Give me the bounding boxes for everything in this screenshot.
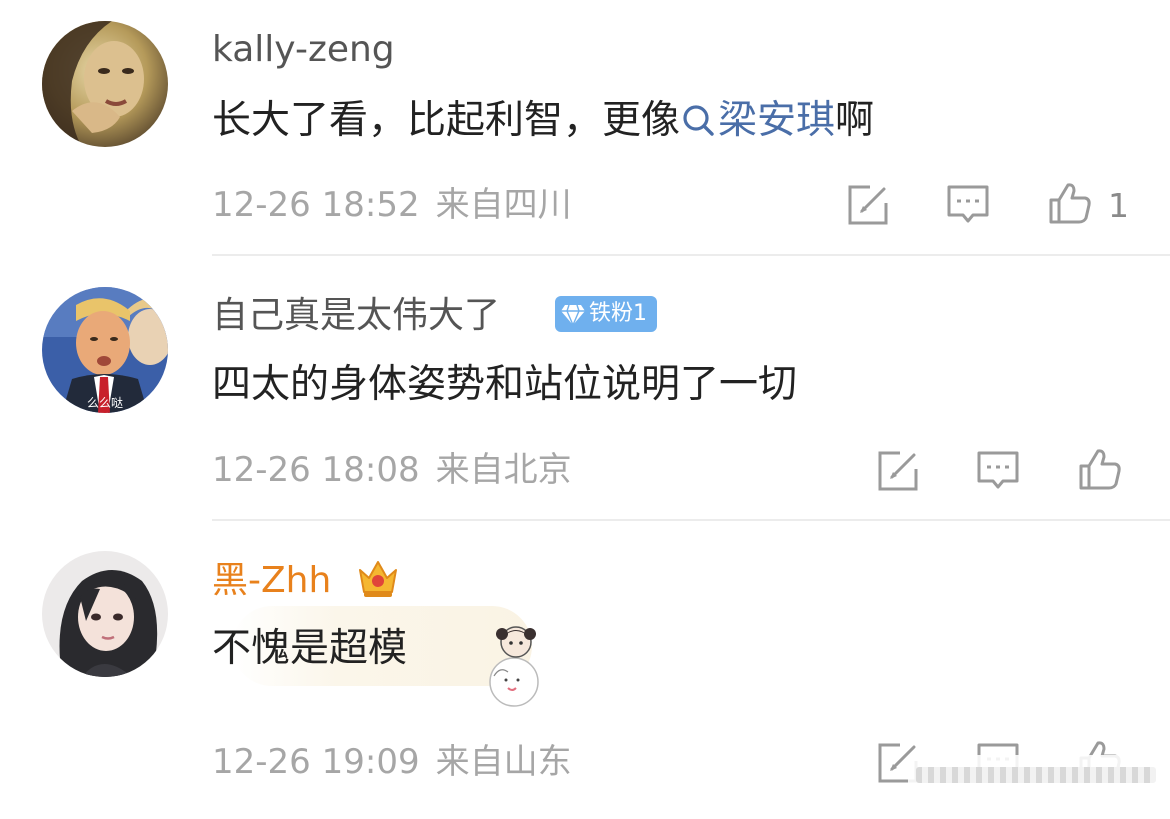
like-count: 1 (1108, 186, 1129, 225)
comment-location: 来自北京 (435, 450, 572, 490)
thumbs-up-icon[interactable] (1048, 181, 1092, 225)
avatar[interactable] (42, 551, 168, 677)
comment-text-prefix: 长大了看，比起利智，更像 (212, 98, 681, 143)
fan-badge[interactable]: 铁粉1 (555, 296, 657, 332)
username[interactable]: 自己真是太伟大了 (212, 294, 500, 338)
comment-text: 长大了看，比起利智，更像 梁安琪啊 (212, 96, 874, 146)
edit-icon[interactable] (876, 449, 920, 493)
fan-badge-label: 铁粉1 (589, 301, 647, 326)
comment-text-suffix: 啊 (835, 98, 875, 143)
thumbs-up-icon[interactable] (1078, 447, 1122, 491)
diamond-icon (561, 304, 585, 327)
comment-time: 12-26 19:09 (212, 742, 420, 782)
avatar-caption: 么么哒 (87, 396, 123, 410)
username[interactable]: kally-zeng (212, 28, 395, 72)
comment-location: 来自山东 (435, 742, 572, 782)
sticker-icon (489, 626, 539, 707)
comment-meta: 12-26 19:09 来自山东 (212, 742, 572, 782)
username[interactable]: 黑-Zhh (212, 559, 331, 603)
watermark (908, 755, 1170, 795)
edit-icon[interactable] (846, 183, 890, 227)
watermark-bar (916, 767, 1156, 783)
comment-location: 来自四川 (435, 185, 572, 225)
comment-time: 12-26 18:52 (212, 185, 420, 225)
comment-text: 四太的身体姿势和站位说明了一切 (212, 362, 798, 407)
comment-icon[interactable] (976, 449, 1020, 493)
topic-link[interactable]: 梁安琪 (680, 98, 835, 143)
comment-text: 不愧是超模 (212, 626, 408, 671)
comment-meta: 12-26 18:08 来自北京 (212, 450, 572, 490)
comment-meta: 12-26 18:52 来自四川 (212, 185, 572, 225)
comment-icon[interactable] (946, 183, 990, 227)
crown-icon (359, 561, 397, 597)
divider (212, 254, 1170, 256)
avatar[interactable] (42, 21, 168, 147)
avatar[interactable]: 么么哒 (42, 287, 168, 413)
search-icon (683, 105, 714, 136)
comment-time: 12-26 18:08 (212, 450, 420, 490)
topic-link-label: 梁安琪 (718, 98, 836, 143)
divider (212, 519, 1170, 521)
